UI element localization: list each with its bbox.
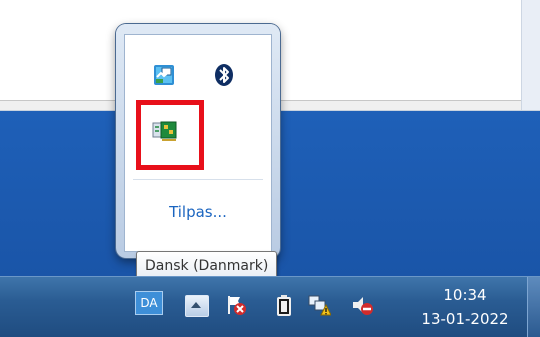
chevron-up-icon <box>191 302 201 308</box>
show-hidden-icons-button[interactable] <box>185 295 209 317</box>
customize-link[interactable]: Tilpas... <box>125 203 271 221</box>
highlight-box <box>136 100 204 170</box>
language-indicator[interactable]: DA <box>135 291 163 315</box>
network-warning-icon[interactable] <box>307 293 332 317</box>
show-desktop-button[interactable] <box>527 277 540 337</box>
clock-time: 10:34 <box>443 286 487 304</box>
volume-muted-icon[interactable] <box>350 293 374 317</box>
bluetooth-icon[interactable] <box>212 63 236 87</box>
network-monitor-icon[interactable] <box>152 63 176 87</box>
clock-date: 13-01-2022 <box>421 310 509 328</box>
clock[interactable]: 10:34 13-01-2022 <box>410 283 520 331</box>
window-scrollbar[interactable] <box>521 0 540 110</box>
action-center-flag-icon[interactable] <box>224 293 248 317</box>
battery-icon[interactable] <box>272 293 296 317</box>
popup-divider <box>133 179 263 180</box>
taskbar: DA 10:34 13-01-2022 <box>0 276 540 337</box>
